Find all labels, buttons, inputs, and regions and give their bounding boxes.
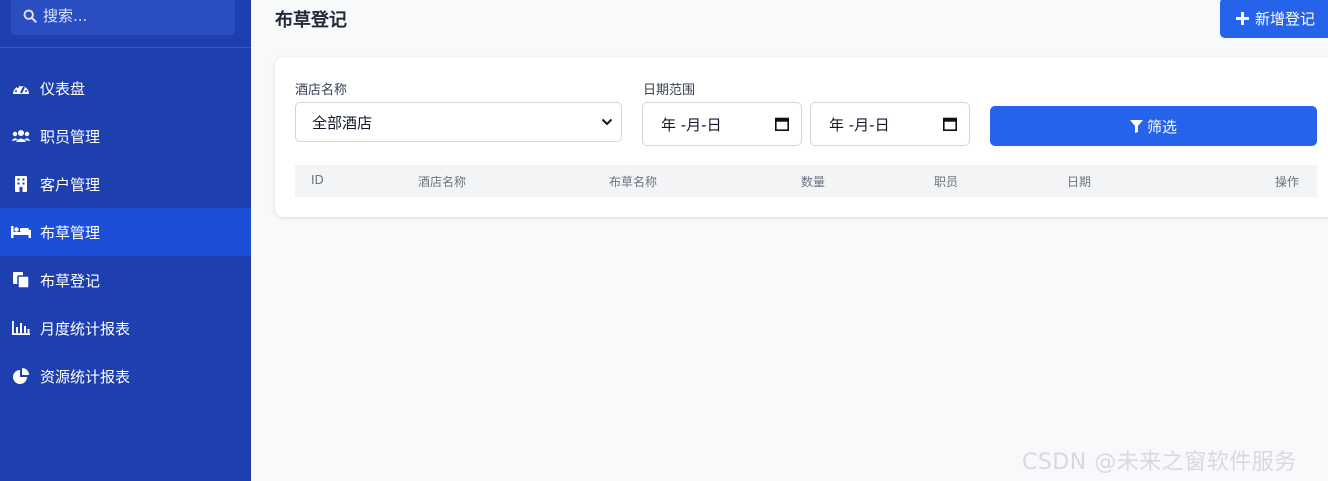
sidebar-item-monthly-report[interactable]: 月度统计报表 xyxy=(0,304,251,352)
building-icon xyxy=(11,176,31,192)
sidebar-item-label: 布草管理 xyxy=(40,223,101,242)
users-icon xyxy=(11,129,31,143)
page-title: 布草登记 xyxy=(275,10,347,31)
add-registration-button[interactable]: 新增登记 xyxy=(1220,0,1328,38)
sidebar: 搜索... 仪表盘 职员管理 客户管理 布草管理 布草登记 月度统计报表 资源统… xyxy=(0,0,251,481)
sidebar-item-label: 仪表盘 xyxy=(40,79,86,98)
sidebar-item-dashboard[interactable]: 仪表盘 xyxy=(0,64,251,112)
column-header-hotel: 酒店名称 xyxy=(418,175,467,189)
bed-icon xyxy=(11,226,31,238)
hotel-select-value: 全部酒店 xyxy=(312,113,373,132)
hotel-label: 酒店名称 xyxy=(295,83,348,98)
column-header-staff: 职员 xyxy=(934,175,959,189)
sidebar-item-label: 月度统计报表 xyxy=(40,319,131,338)
sidebar-item-staff[interactable]: 职员管理 xyxy=(0,112,251,160)
watermark: CSDN @未来之窗软件服务 xyxy=(1022,450,1297,475)
pie-chart-icon xyxy=(11,368,31,384)
search-icon xyxy=(23,9,37,23)
end-date-input[interactable]: 年 -月-日 xyxy=(810,102,970,146)
sidebar-divider xyxy=(0,47,251,48)
filter-button-label: 筛选 xyxy=(1146,117,1177,136)
sidebar-nav: 仪表盘 职员管理 客户管理 布草管理 布草登记 月度统计报表 资源统计报表 xyxy=(0,64,251,400)
start-date-input[interactable]: 年 -月-日 xyxy=(642,102,802,146)
calendar-icon[interactable] xyxy=(943,117,957,131)
sidebar-item-label: 客户管理 xyxy=(40,175,101,194)
column-header-date: 日期 xyxy=(1067,175,1092,189)
copy-icon xyxy=(11,272,31,288)
sidebar-item-label: 布草登记 xyxy=(40,271,101,290)
filter-icon xyxy=(1129,119,1143,133)
plus-icon xyxy=(1236,11,1249,25)
bar-chart-icon xyxy=(11,321,31,335)
sidebar-item-label: 资源统计报表 xyxy=(40,367,131,386)
sidebar-item-label: 职员管理 xyxy=(40,127,101,146)
end-date-value: 年 -月-日 xyxy=(829,115,890,134)
sidebar-item-linen-registration[interactable]: 布草登记 xyxy=(0,256,251,304)
column-header-quantity: 数量 xyxy=(801,175,826,189)
column-header-id: ID xyxy=(311,173,324,187)
add-registration-label: 新增登记 xyxy=(1255,9,1316,28)
hotel-select[interactable]: 全部酒店 xyxy=(295,102,622,142)
table-header: ID 酒店名称 布草名称 数量 职员 日期 操作 xyxy=(295,165,1317,197)
calendar-icon[interactable] xyxy=(775,117,789,131)
column-header-actions: 操作 xyxy=(1275,175,1300,189)
search-input[interactable]: 搜索... xyxy=(11,0,235,35)
sidebar-item-customers[interactable]: 客户管理 xyxy=(0,160,251,208)
column-header-linen: 布草名称 xyxy=(609,175,658,189)
filter-button[interactable]: 筛选 xyxy=(990,106,1317,146)
search-placeholder: 搜索... xyxy=(43,7,88,25)
filter-card: 酒店名称 全部酒店 日期范围 年 -月-日 年 -月-日 筛选 ID 酒店名称 … xyxy=(275,57,1328,217)
date-range-label: 日期范围 xyxy=(643,83,696,98)
start-date-value: 年 -月-日 xyxy=(661,115,722,134)
sidebar-item-resource-report[interactable]: 资源统计报表 xyxy=(0,352,251,400)
chevron-down-icon xyxy=(601,118,613,126)
sidebar-item-linen-management[interactable]: 布草管理 xyxy=(0,208,251,256)
dashboard-icon xyxy=(11,81,31,95)
